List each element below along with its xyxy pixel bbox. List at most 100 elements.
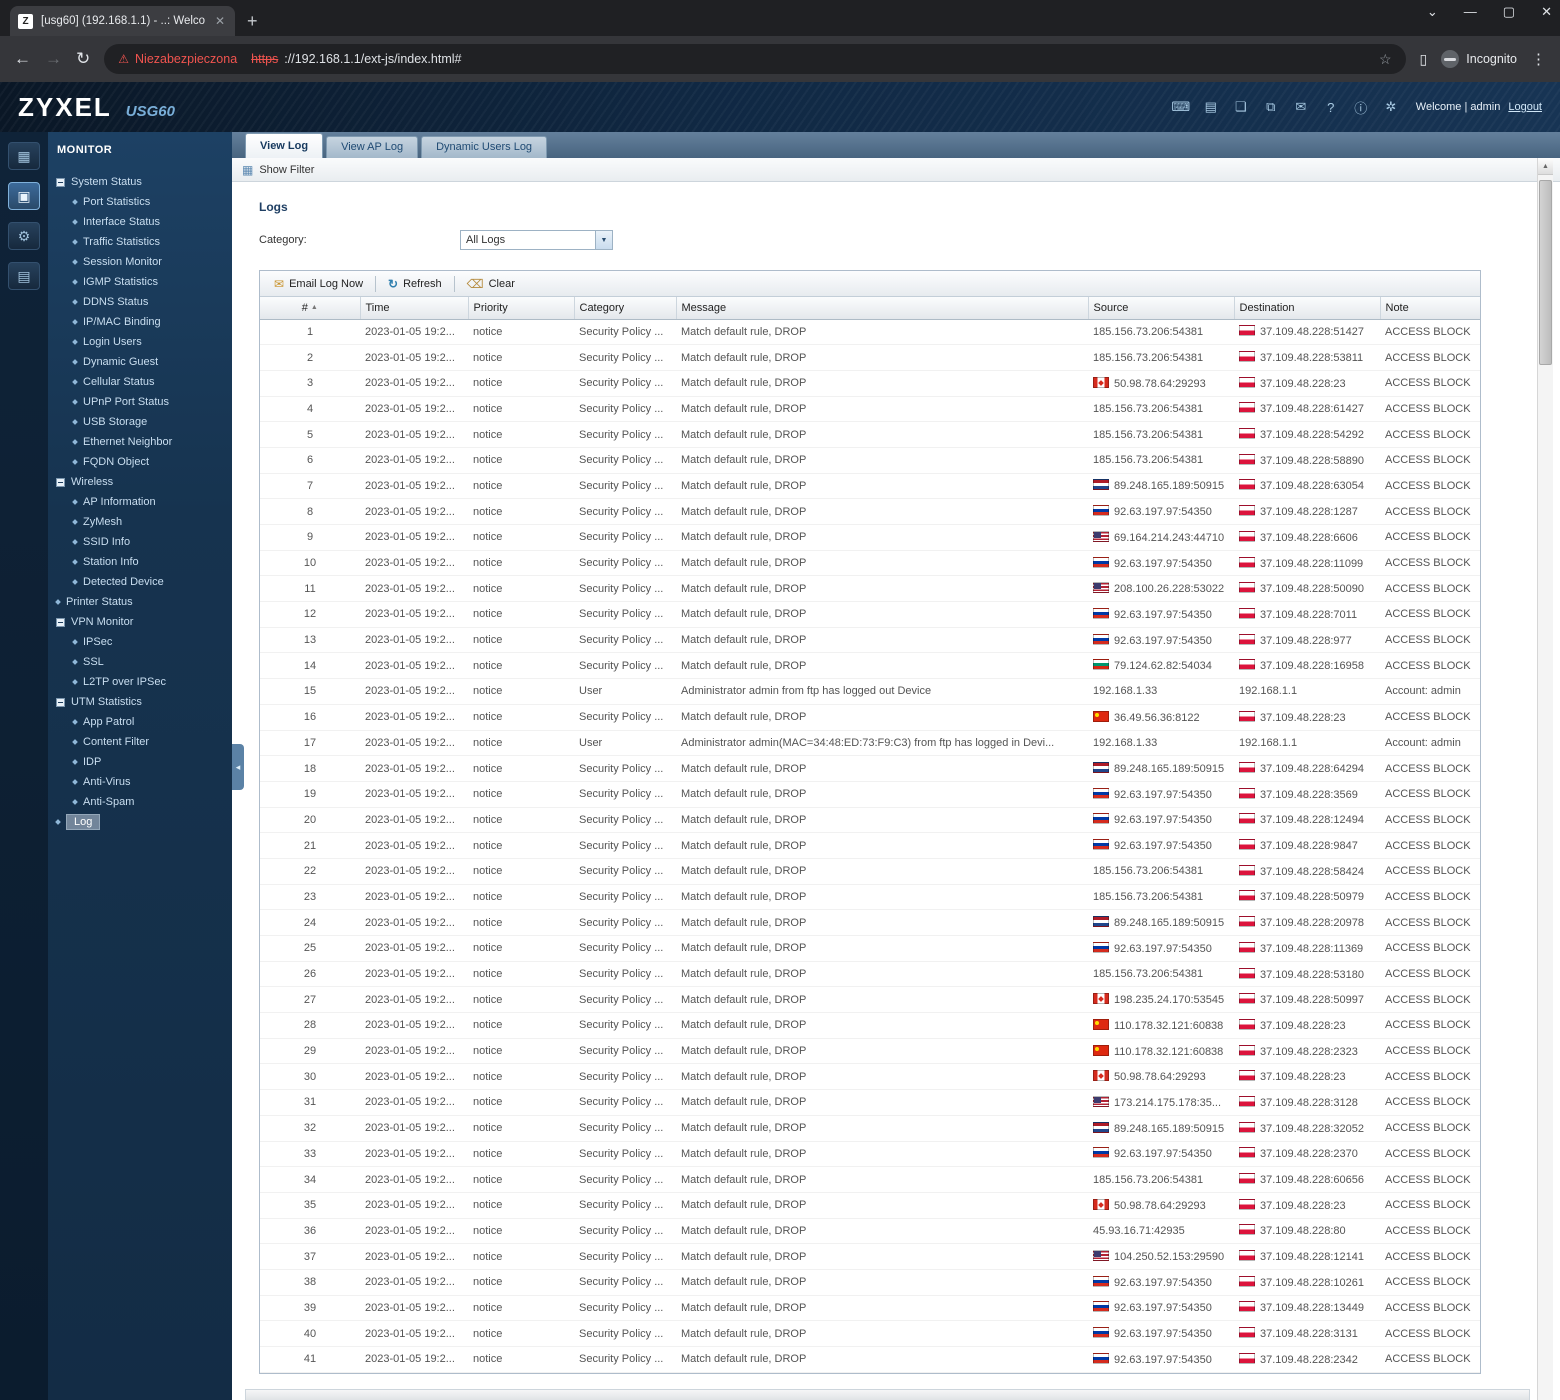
vertical-scrollbar[interactable]: ▲ (1537, 158, 1553, 1400)
column-header-priority[interactable]: Priority (468, 297, 575, 320)
security-warning-icon[interactable]: ⚠ (118, 52, 129, 66)
close-button[interactable]: ✕ (1541, 4, 1552, 20)
table-row[interactable]: 36 2023-01-05 19:2... notice Security Polic… (260, 1218, 1480, 1245)
cli-console-icon[interactable]: ⌨ (1170, 99, 1192, 115)
site-map-icon[interactable]: ❏ (1230, 99, 1252, 115)
new-tab-button[interactable]: + (247, 11, 258, 32)
table-row[interactable]: 13 2023-01-05 19:2... notice Security Polic… (260, 627, 1480, 654)
configuration-icon[interactable]: ⚙ (8, 222, 40, 250)
table-row[interactable]: 23 2023-01-05 19:2... notice Security Polic… (260, 884, 1480, 911)
sidebar-item-fqdn-object[interactable]: FQDN Object (48, 452, 232, 472)
sidebar-item-wireless[interactable]: Wireless (48, 472, 232, 492)
scroll-up-arrow[interactable]: ▲ (1538, 158, 1553, 175)
table-row[interactable]: 39 2023-01-05 19:2... notice Security Polic… (260, 1295, 1480, 1322)
tab-view-ap-log[interactable]: View AP Log (326, 136, 419, 158)
collapse-icon[interactable] (56, 177, 65, 187)
sidebar-item-ssl[interactable]: SSL (48, 652, 232, 672)
monitor-icon[interactable]: ▣ (8, 182, 40, 210)
minimize-button[interactable]: — (1464, 4, 1477, 20)
maximize-button[interactable]: ▢ (1503, 4, 1515, 20)
table-row[interactable]: 41 2023-01-05 19:2... notice Security Polic… (260, 1346, 1480, 1373)
sidebar-item-igmp-statistics[interactable]: IGMP Statistics (48, 272, 232, 292)
column-header-message[interactable]: Message (676, 297, 1089, 320)
sidebar-item-ip-mac-binding[interactable]: IP/MAC Binding (48, 312, 232, 332)
table-row[interactable]: 19 2023-01-05 19:2... notice Security Polic… (260, 781, 1480, 808)
table-row[interactable]: 11 2023-01-05 19:2... notice Security Polic… (260, 575, 1480, 603)
table-row[interactable]: 6 2023-01-05 19:2... notice Security Policy… (260, 447, 1480, 474)
browser-menu-icon[interactable]: ⋮ (1531, 50, 1546, 68)
dashboard-icon[interactable]: ▦ (8, 142, 40, 170)
forum-icon[interactable]: ✉ (1290, 99, 1312, 115)
table-row[interactable]: 25 2023-01-05 19:2... notice Security Polic… (260, 935, 1480, 962)
table-row[interactable]: 26 2023-01-05 19:2... notice Security Polic… (260, 961, 1480, 988)
back-button[interactable]: ← (14, 49, 31, 69)
sidebar-item-dynamic-guest[interactable]: Dynamic Guest (48, 352, 232, 372)
table-row[interactable]: 31 2023-01-05 19:2... notice Security Polic… (260, 1089, 1480, 1116)
table-row[interactable]: 12 2023-01-05 19:2... notice Security Polic… (260, 601, 1480, 628)
collapse-icon[interactable] (56, 617, 65, 627)
sidebar-item-ssid-info[interactable]: SSID Info (48, 532, 232, 552)
sidebar-item-vpn-monitor[interactable]: VPN Monitor (48, 612, 232, 632)
url-bar[interactable]: ⚠ Niezabezpieczona https ://192.168.1.1/… (104, 44, 1406, 74)
table-row[interactable]: 8 2023-01-05 19:2... notice Security Policy… (260, 498, 1480, 525)
sidebar-item-zymesh[interactable]: ZyMesh (48, 512, 232, 532)
table-row[interactable]: 35 2023-01-05 19:2... notice Security Polic… (260, 1192, 1480, 1219)
table-row[interactable]: 21 2023-01-05 19:2... notice Security Polic… (260, 832, 1480, 859)
sidebar-item-upnp-port-status[interactable]: UPnP Port Status (48, 392, 232, 412)
sidebar-item-detected-device[interactable]: Detected Device (48, 572, 232, 592)
table-row[interactable]: 14 2023-01-05 19:2... notice Security Polic… (260, 652, 1480, 680)
sidebar-item-traffic-statistics[interactable]: Traffic Statistics (48, 232, 232, 252)
table-row[interactable]: 30 2023-01-05 19:2... notice Security Polic… (260, 1063, 1480, 1091)
column-header-destination[interactable]: Destination (1234, 297, 1381, 320)
sidebar-item-anti-virus[interactable]: Anti-Virus (48, 772, 232, 792)
table-row[interactable]: 20 2023-01-05 19:2... notice Security Polic… (260, 807, 1480, 834)
reload-button[interactable]: ↻ (76, 49, 90, 69)
table-row[interactable]: 4 2023-01-05 19:2... notice Security Policy… (260, 396, 1480, 423)
tab-close-icon[interactable]: ✕ (213, 14, 227, 28)
sidebar-item-cellular-status[interactable]: Cellular Status (48, 372, 232, 392)
table-row[interactable]: 5 2023-01-05 19:2... notice Security Policy… (260, 421, 1480, 448)
sidebar-collapse-handle[interactable]: ◂ (232, 744, 244, 790)
tab-dynamic-users-log[interactable]: Dynamic Users Log (421, 136, 548, 158)
show-filter-button[interactable]: ▦ Show Filter (232, 158, 1560, 182)
category-dropdown[interactable]: All Logs ▼ (460, 230, 613, 250)
sidebar-item-login-users[interactable]: Login Users (48, 332, 232, 352)
table-row[interactable]: 15 2023-01-05 19:2... notice User Administra… (260, 678, 1480, 705)
table-row[interactable]: 24 2023-01-05 19:2... notice Security Polic… (260, 909, 1480, 936)
sidebar-item-interface-status[interactable]: Interface Status (48, 212, 232, 232)
table-row[interactable]: 38 2023-01-05 19:2... notice Security Polic… (260, 1269, 1480, 1296)
column-header-category[interactable]: Category (574, 297, 677, 320)
table-row[interactable]: 28 2023-01-05 19:2... notice Security Polic… (260, 1012, 1480, 1039)
table-row[interactable]: 17 2023-01-05 19:2... notice User Administra… (260, 730, 1480, 757)
sidebar-item-ddns-status[interactable]: DDNS Status (48, 292, 232, 312)
sidebar-item-l2tp-over-ipsec[interactable]: L2TP over IPSec (48, 672, 232, 692)
table-row[interactable]: 16 2023-01-05 19:2... notice Security Polic… (260, 704, 1480, 731)
bookmark-star-icon[interactable]: ☆ (1379, 51, 1392, 68)
chevron-down-icon[interactable]: ▼ (595, 231, 612, 249)
table-row[interactable]: 7 2023-01-05 19:2... notice Security Policy… (260, 473, 1480, 500)
tab-view-log[interactable]: View Log (245, 133, 324, 158)
sidebar-item-anti-spam[interactable]: Anti-Spam (48, 792, 232, 812)
sidebar-item-utm-statistics[interactable]: UTM Statistics (48, 692, 232, 712)
sidebar-item-station-info[interactable]: Station Info (48, 552, 232, 572)
maintenance-icon[interactable]: ▤ (8, 262, 40, 290)
table-row[interactable]: 33 2023-01-05 19:2... notice Security Polic… (260, 1141, 1480, 1168)
wizard-icon[interactable]: ✲ (1380, 99, 1402, 115)
sidebar-item-content-filter[interactable]: Content Filter (48, 732, 232, 752)
scrollbar-thumb[interactable] (1539, 180, 1552, 365)
table-row[interactable]: 27 2023-01-05 19:2... notice Security Polic… (260, 986, 1480, 1014)
sidebar-item-app-patrol[interactable]: App Patrol (48, 712, 232, 732)
collapse-icon[interactable] (56, 477, 65, 487)
help-icon[interactable]: ? (1320, 100, 1342, 115)
side-panel-icon[interactable]: ▯ (1420, 51, 1428, 68)
sidebar-item-system-status[interactable]: System Status (48, 172, 232, 192)
forward-button[interactable]: → (45, 49, 62, 69)
sidebar-item-ethernet-neighbor[interactable]: Ethernet Neighbor (48, 432, 232, 452)
table-row[interactable]: 29 2023-01-05 19:2... notice Security Polic… (260, 1038, 1480, 1065)
clear-button[interactable]: ⌫ Clear (461, 274, 521, 294)
reference-guide-icon[interactable]: ▤ (1200, 99, 1222, 115)
sidebar-item-port-statistics[interactable]: Port Statistics (48, 192, 232, 212)
table-row[interactable]: 34 2023-01-05 19:2... notice Security Polic… (260, 1166, 1480, 1193)
sidebar-item-ipsec[interactable]: IPSec (48, 632, 232, 652)
network-topology-icon[interactable]: ⧉ (1260, 99, 1282, 115)
